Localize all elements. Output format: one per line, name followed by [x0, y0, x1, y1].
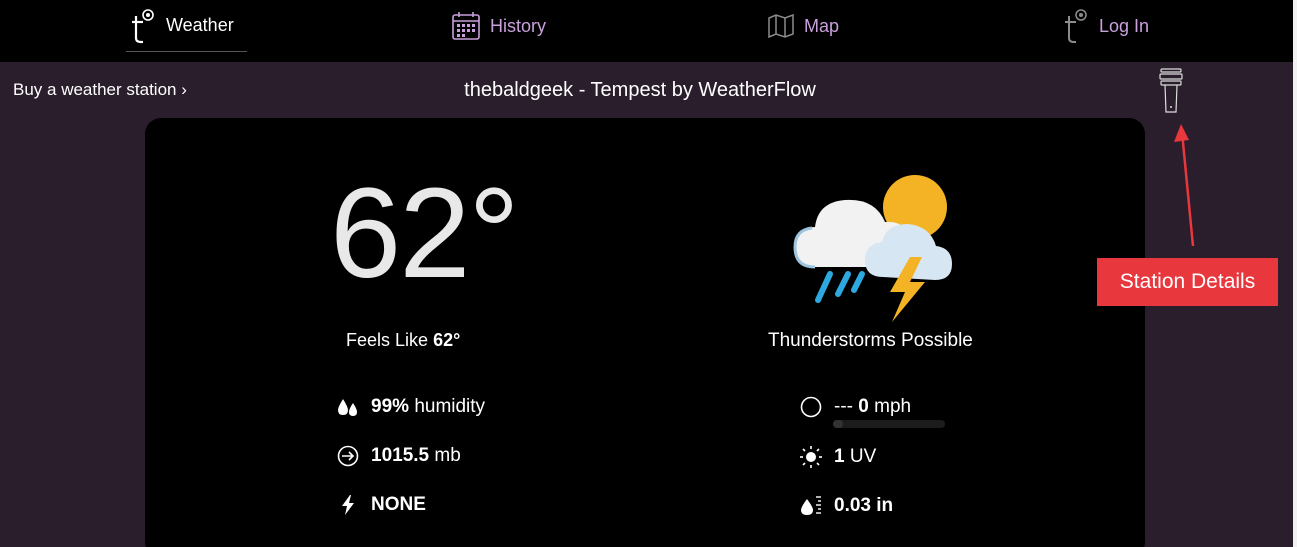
wind-stat: --- 0 mph: [800, 396, 911, 418]
nav-login-label: Log In: [1099, 15, 1150, 36]
app-root: Weather History Map Log In Buy a weather…: [0, 0, 1297, 547]
wind-direction-value: ---: [834, 396, 853, 417]
uv-value: 1: [834, 446, 845, 467]
station-details-icon[interactable]: [1157, 67, 1185, 115]
wind-speed-value: 0: [858, 396, 869, 417]
station-title: thebaldgeek - Tempest by WeatherFlow: [0, 79, 1280, 102]
nav-map-label: Map: [804, 15, 840, 36]
tempest-login-icon: [1063, 8, 1089, 44]
lightning-value: NONE: [371, 494, 426, 515]
nav-weather[interactable]: Weather: [126, 0, 247, 52]
pressure-value: 1015.5: [371, 445, 430, 466]
rain-stat: 0.03 in: [800, 495, 893, 517]
tempest-logo-icon: [130, 8, 156, 44]
nav-map[interactable]: Map: [768, 0, 839, 52]
sun-icon: [800, 446, 822, 468]
top-nav: Weather History Map Log In: [0, 0, 1293, 62]
current-temperature: 62°: [330, 162, 520, 305]
humidity-value: 99%: [371, 396, 410, 417]
current-conditions-card: [145, 118, 1145, 547]
feels-like: Feels Like 62°: [346, 330, 460, 351]
thunderstorm-icon: [790, 172, 960, 332]
uv-label: UV: [849, 446, 877, 467]
calendar-icon: [452, 12, 480, 40]
nav-history-label: History: [490, 15, 547, 36]
pressure-stat: 1015.5 mb: [337, 445, 461, 467]
rain-value: 0.03 in: [834, 495, 894, 516]
nav-login[interactable]: Log In: [1063, 0, 1149, 52]
lightning-stat: NONE: [337, 494, 426, 516]
uv-stat: 1 UV: [800, 446, 876, 468]
station-bar: Buy a weather station › thebaldgeek - Te…: [0, 62, 1293, 118]
pressure-arrow-icon: [337, 445, 359, 467]
wind-direction-icon: [800, 396, 822, 418]
annotation-arrow: [1174, 124, 1195, 247]
feels-like-label: Feels Like: [346, 330, 429, 350]
wind-gauge-bar: [833, 420, 945, 428]
annotation-label: Station Details: [1097, 258, 1278, 306]
rain-gauge-icon: [800, 495, 822, 517]
humidity-stat: 99% humidity: [337, 396, 485, 418]
feels-like-value: 62°: [433, 330, 461, 350]
humidity-drops-icon: [337, 396, 359, 418]
nav-weather-label: Weather: [166, 15, 234, 35]
wind-unit: mph: [874, 396, 912, 417]
nav-history[interactable]: History: [452, 0, 546, 52]
window-edge: [1293, 0, 1297, 547]
map-icon: [768, 14, 794, 38]
humidity-label: humidity: [414, 396, 486, 417]
pressure-unit: mb: [434, 445, 461, 466]
condition-text: Thunderstorms Possible: [768, 330, 973, 351]
lightning-icon: [337, 494, 359, 516]
station-title-text: thebaldgeek - Tempest by WeatherFlow: [464, 79, 816, 101]
